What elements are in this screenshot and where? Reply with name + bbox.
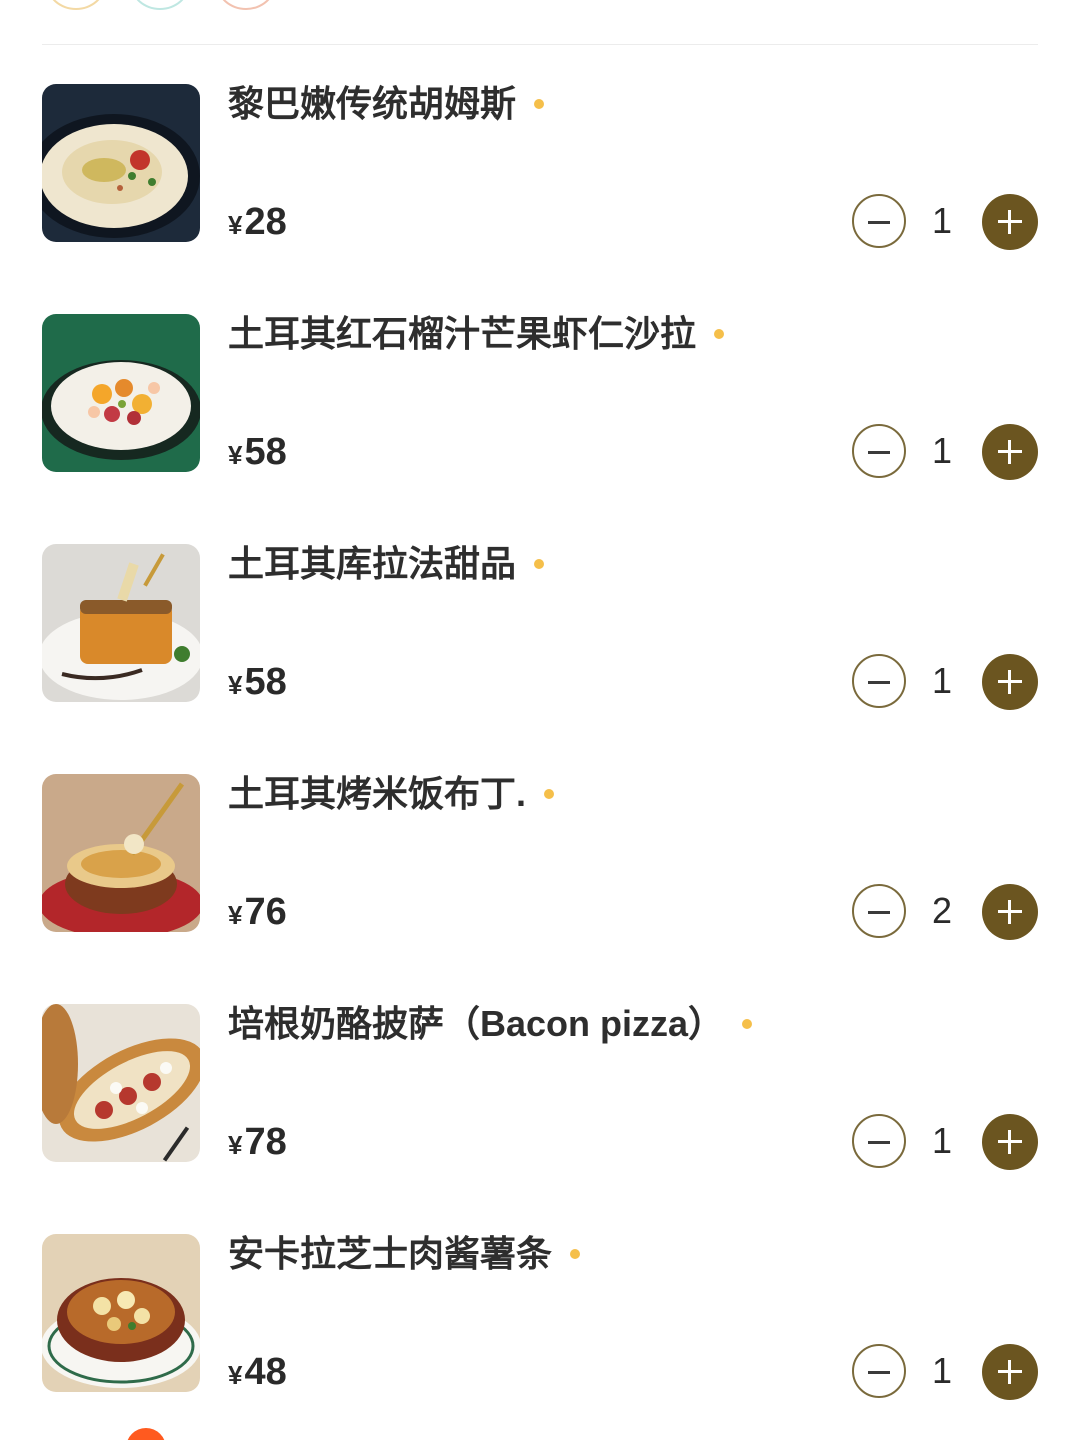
price-value: 28	[244, 201, 287, 243]
status-dot	[742, 1019, 753, 1029]
status-dot	[544, 789, 555, 799]
quantity-stepper: 1	[852, 1114, 1040, 1170]
price-value: 58	[244, 661, 287, 703]
cart-item: 培根奶酪披萨（Bacon pizza） ¥78 1	[0, 1004, 1080, 1234]
dish-name-text: 土耳其库拉法甜品	[228, 543, 517, 584]
increase-button[interactable]	[982, 884, 1038, 940]
price-value: 58	[244, 431, 287, 473]
quantity-value: 2	[931, 890, 953, 931]
dish-price: ¥58	[228, 660, 287, 704]
dish-name: 土耳其库拉法甜品	[228, 543, 545, 584]
dish-name-text: 土耳其红石榴汁芒果虾仁沙拉	[228, 313, 697, 354]
dish-name-text: 培根奶酪披萨（Bacon pizza）	[228, 1003, 725, 1044]
decrease-button[interactable]	[852, 1114, 906, 1168]
quantity-value: 1	[931, 1350, 953, 1391]
currency-symbol: ¥	[228, 1130, 243, 1160]
increase-button[interactable]	[982, 654, 1038, 710]
cart-item: 土耳其红石榴汁芒果虾仁沙拉 ¥58 1	[0, 314, 1080, 544]
quantity-stepper: 1	[852, 424, 1040, 480]
dish-image-salad[interactable]	[42, 314, 200, 472]
dish-image-hummus[interactable]	[42, 84, 200, 242]
currency-symbol: ¥	[228, 440, 243, 470]
cart-item: 黎巴嫩传统胡姆斯 ¥28 1	[0, 84, 1080, 314]
quantity-value: 1	[931, 1120, 953, 1161]
currency-symbol: ¥	[228, 900, 243, 930]
dish-price: ¥48	[228, 1350, 287, 1394]
dish-image-rice-pudding[interactable]	[42, 774, 200, 932]
currency-symbol: ¥	[228, 210, 243, 240]
status-dot	[714, 329, 725, 339]
dish-name-text: 土耳其烤米饭布丁.	[228, 773, 527, 814]
cart-item: 土耳其库拉法甜品 ¥58 1	[0, 544, 1080, 774]
quantity-value: 1	[931, 430, 953, 471]
quantity-stepper: 2	[852, 884, 1040, 940]
dish-name: 安卡拉芝士肉酱薯条	[228, 1233, 581, 1274]
dish-name: 土耳其红石榴汁芒果虾仁沙拉	[228, 313, 725, 354]
dish-price: ¥28	[228, 200, 287, 244]
decrease-button[interactable]	[852, 1344, 906, 1398]
dish-image-kunefe[interactable]	[42, 544, 200, 702]
decrease-button[interactable]	[852, 884, 906, 938]
category-circle[interactable]	[216, 0, 276, 10]
dish-name: 黎巴嫩传统胡姆斯	[228, 83, 545, 124]
quantity-value: 1	[931, 200, 953, 241]
quantity-stepper: 1	[852, 654, 1040, 710]
dish-price: ¥78	[228, 1120, 287, 1164]
category-circle[interactable]	[46, 0, 106, 10]
increase-button[interactable]	[982, 424, 1038, 480]
status-dot	[534, 559, 545, 569]
currency-symbol: ¥	[228, 1360, 243, 1390]
price-value: 48	[244, 1351, 287, 1393]
dish-name-text: 安卡拉芝士肉酱薯条	[228, 1233, 553, 1274]
price-value: 78	[244, 1121, 287, 1163]
quantity-value: 1	[931, 660, 953, 701]
cart-item: 安卡拉芝士肉酱薯条 ¥48 1	[0, 1234, 1080, 1440]
status-dot	[570, 1249, 581, 1259]
cart-item: 土耳其烤米饭布丁. ¥76 2	[0, 774, 1080, 1004]
decrease-button[interactable]	[852, 194, 906, 248]
dish-name: 土耳其烤米饭布丁.	[228, 773, 555, 814]
dish-name: 培根奶酪披萨（Bacon pizza）	[228, 1003, 753, 1044]
increase-button[interactable]	[982, 194, 1038, 250]
dish-price: ¥76	[228, 890, 287, 934]
decrease-button[interactable]	[852, 654, 906, 708]
decrease-button[interactable]	[852, 424, 906, 478]
quantity-stepper: 1	[852, 194, 1040, 250]
category-circle[interactable]	[130, 0, 190, 10]
dish-name-text: 黎巴嫩传统胡姆斯	[228, 83, 517, 124]
dish-price: ¥58	[228, 430, 287, 474]
currency-symbol: ¥	[228, 670, 243, 700]
price-value: 76	[244, 891, 287, 933]
dish-image-bacon-pizza[interactable]	[42, 1004, 200, 1162]
cart-item-list: 黎巴嫩传统胡姆斯 ¥28 1 土耳其红石榴汁芒果虾仁沙拉 ¥58 1 土耳其库拉…	[0, 84, 1080, 1440]
increase-button[interactable]	[982, 1114, 1038, 1170]
status-dot	[534, 99, 545, 109]
increase-button[interactable]	[982, 1344, 1038, 1400]
divider	[42, 44, 1038, 45]
quantity-stepper: 1	[852, 1344, 1040, 1400]
dish-image-cheese-fries[interactable]	[42, 1234, 200, 1392]
